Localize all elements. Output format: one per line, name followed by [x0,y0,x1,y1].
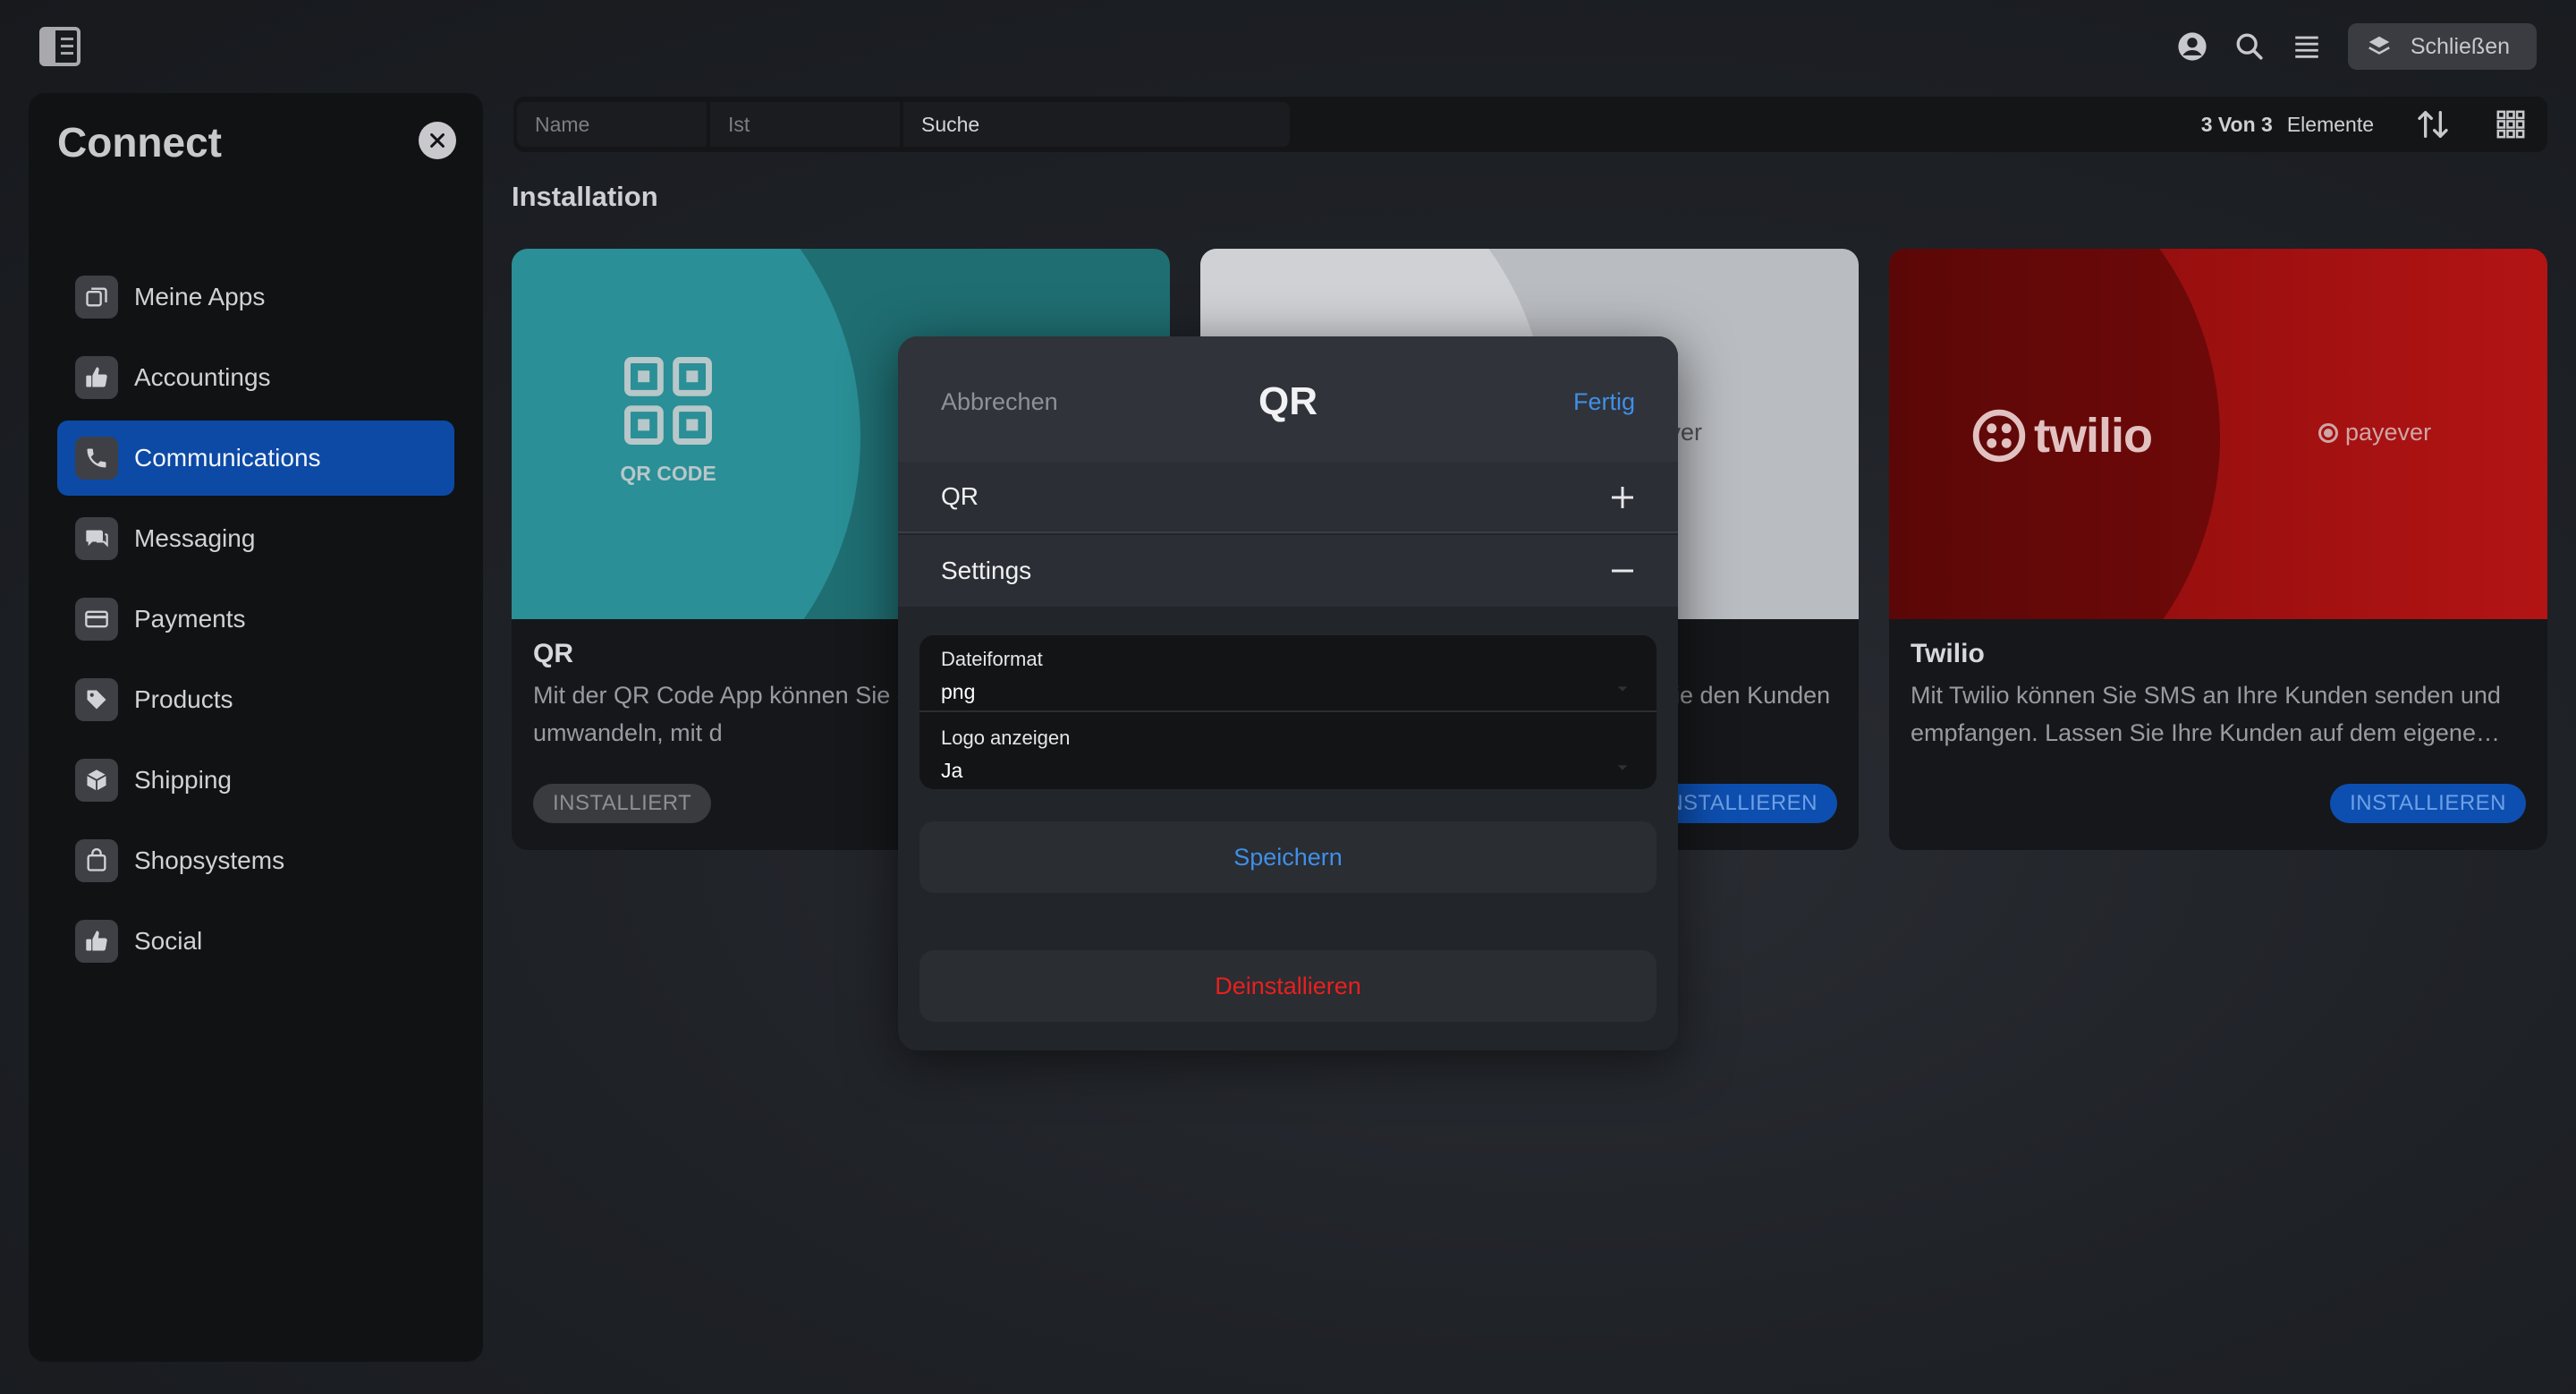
tag-icon [75,678,118,721]
show-logo-select[interactable]: Logo anzeigen Ja [919,714,1657,791]
sidebar-close-button[interactable] [419,122,456,159]
card-description: ie den Kunden [1674,682,1831,709]
card-description: Mit Twilio können Sie SMS an Ihre Kunden… [1911,682,2501,746]
sidebar-item-label: Accountings [134,363,271,391]
field-value: png [941,680,976,703]
sidebar-item-label: Shopsystems [134,846,285,874]
search-icon[interactable] [2233,30,2266,63]
app-settings-modal: Abbrechen QR Fertig QR Settings Dateifor… [898,336,1678,1050]
sidebar-item-label: Communications [134,444,321,472]
payever-logo-text: payever [2345,419,2432,446]
thumbs-up-icon [75,920,118,963]
sidebar: Connect Meine Apps Accountings Communica… [29,93,483,1362]
apps-icon [75,276,118,319]
sidebar-item-label: Meine Apps [134,283,266,310]
save-button[interactable]: Speichern [919,821,1657,893]
sidebar-item-label: Messaging [134,524,256,552]
top-bar: Schließen [0,0,2576,93]
grid-view-icon[interactable] [2496,109,2526,140]
sidebar-title: Connect [57,119,222,166]
sidebar-item-accountings[interactable]: Accountings [57,340,454,415]
sort-icon[interactable] [2415,106,2451,142]
filter-bar: Name Ist Suche 3 Von 3 Elemente [513,97,2547,152]
filter-search-input[interactable]: Suche [903,102,1290,147]
twilio-logo: twilio [1971,408,2153,463]
sidebar-item-payments[interactable]: Payments [57,582,454,657]
menu-icon[interactable] [2291,30,2323,63]
sidebar-menu: Meine Apps Accountings Communications Me… [57,259,454,984]
sidebar-toggle-icon[interactable] [39,27,80,66]
qr-code-icon [624,357,712,445]
sidebar-item-label: Social [134,927,203,955]
sidebar-item-meine-apps[interactable]: Meine Apps [57,259,454,335]
file-format-select[interactable]: Dateiformat png [919,635,1657,712]
qr-code-logo-text: QR CODE [620,462,716,485]
section-qr-label: QR [941,482,979,510]
sidebar-item-shopsystems[interactable]: Shopsystems [57,823,454,898]
sidebar-item-products[interactable]: Products [57,662,454,737]
section-settings-label: Settings [941,557,1032,584]
installed-badge[interactable]: INSTALLIERT [533,784,712,823]
credit-card-icon [75,598,118,641]
sidebar-item-messaging[interactable]: Messaging [57,501,454,576]
chevron-down-icon [1617,765,1628,770]
close-app-button[interactable]: Schließen [2347,23,2537,70]
section-qr-header[interactable]: QR [898,462,1678,533]
chat-icon [75,517,118,560]
section-title: Installation [512,181,658,212]
field-value: Ja [941,759,963,782]
account-icon[interactable] [2176,30,2208,63]
sidebar-item-social[interactable]: Social [57,904,454,979]
payever-logo: payever [2318,419,2431,446]
app-card-twilio[interactable]: twilio payever Twilio Mit Twilio können … [1889,249,2547,850]
payever-icon [2318,422,2338,443]
modal-title: QR [1258,379,1318,423]
plus-icon[interactable] [1608,483,1637,512]
box-icon [75,759,118,802]
filter-summary: 3 Von 3 Elemente [2201,97,2526,152]
phone-icon [75,437,118,480]
qr-code-logo: QR CODE [619,354,717,486]
card-title: Twilio [1911,639,1985,668]
install-button[interactable]: INSTALLIEREN [2330,784,2526,823]
thumbs-up-icon [75,356,118,399]
sidebar-item-shipping[interactable]: Shipping [57,743,454,818]
done-button[interactable]: Fertig [1573,388,1635,416]
sidebar-item-label: Payments [134,605,246,633]
uninstall-button[interactable]: Deinstallieren [919,950,1657,1022]
twilio-icon [1972,409,2026,463]
field-label: Logo anzeigen [941,727,1071,749]
close-app-label: Schließen [2410,33,2510,59]
item-count-unit: Elemente [2286,112,2374,136]
twilio-logo-text: twilio [2034,409,2153,463]
sidebar-item-communications[interactable]: Communications [57,421,454,496]
card-title: QR [533,639,573,668]
shopping-bag-icon [75,839,118,882]
card-banner: twilio payever [1889,249,2547,619]
modal-header: Abbrechen QR Fertig [898,336,1678,462]
item-count: 3 Von 3 [2200,112,2273,136]
close-icon [430,133,445,148]
minus-icon[interactable] [1608,557,1637,585]
section-settings-header[interactable]: Settings [898,535,1678,607]
filter-condition-field[interactable]: Ist [710,102,900,147]
filter-name-field[interactable]: Name [517,102,707,147]
sidebar-item-label: Shipping [134,766,232,794]
settings-form: Dateiformat png Logo anzeigen Ja [919,635,1657,789]
sidebar-item-label: Products [134,685,233,713]
field-label: Dateiformat [941,648,1043,670]
chevron-down-icon [1617,686,1628,692]
top-actions: Schließen [2176,23,2537,70]
layers-icon [2368,36,2390,55]
